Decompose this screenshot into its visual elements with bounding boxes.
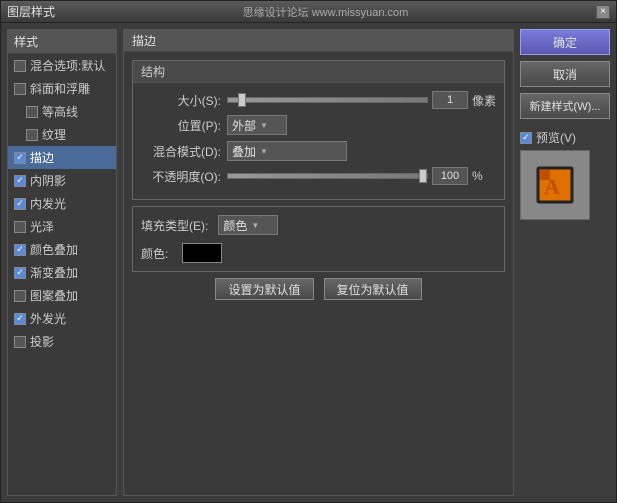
sidebar-label-outer-glow: 外发光: [30, 310, 66, 327]
preview-section: 预览(V) A: [520, 129, 610, 220]
sidebar-item-inner-glow[interactable]: 内发光: [8, 192, 116, 215]
blend-mode-value: 叠加: [232, 143, 256, 160]
checkbox-gradient-overlay[interactable]: [14, 267, 26, 279]
stroke-panel-title: 描边: [124, 30, 513, 52]
checkbox-outer-glow[interactable]: [14, 313, 26, 325]
preview-label-text: 预览(V): [536, 129, 576, 146]
blend-mode-select[interactable]: 叠加 ▼: [227, 141, 347, 161]
opacity-label: 不透明度(O):: [141, 168, 221, 185]
stroke-panel-content: 结构 大小(S): 像素: [124, 52, 513, 308]
structure-content: 大小(S): 像素 位置(P):: [133, 83, 504, 199]
blend-mode-row: 混合模式(D): 叠加 ▼: [141, 141, 496, 161]
preview-icon: A: [530, 160, 580, 210]
sidebar-item-gradient-overlay[interactable]: 渐变叠加: [8, 261, 116, 284]
sidebar-item-satin[interactable]: 光泽: [8, 215, 116, 238]
preview-box: A: [520, 150, 590, 220]
sidebar-header: 样式: [8, 30, 116, 54]
blend-mode-label: 混合模式(D):: [141, 143, 221, 160]
reset-default-button[interactable]: 复位为默认值: [324, 278, 422, 300]
sidebar-label-inner-shadow: 内阴影: [30, 172, 66, 189]
sidebar-label-bevel-emboss: 斜面和浮雕: [30, 80, 90, 97]
cancel-button[interactable]: 取消: [520, 61, 610, 87]
preview-checkbox[interactable]: [520, 132, 532, 144]
position-select[interactable]: 外部 ▼: [227, 115, 287, 135]
opacity-unit: %: [472, 169, 496, 183]
sidebar-item-blend-options[interactable]: 混合选项:默认: [8, 54, 116, 77]
fill-type-select[interactable]: 颜色 ▼: [218, 215, 278, 235]
opacity-row: 不透明度(O): %: [141, 167, 496, 185]
sidebar-item-texture[interactable]: 纹理: [8, 123, 116, 146]
sidebar-label-drop-shadow: 投影: [30, 333, 54, 350]
checkbox-color-overlay[interactable]: [14, 244, 26, 256]
sidebar-item-bevel-emboss[interactable]: 斜面和浮雕: [8, 77, 116, 100]
window-content: 样式 混合选项:默认 斜面和浮雕 等高线 纹理 描边: [1, 23, 616, 502]
color-swatch[interactable]: [182, 243, 222, 263]
sidebar-label-pattern-overlay: 图案叠加: [30, 287, 78, 304]
fill-panel: 填充类型(E): 颜色 ▼ 颜色:: [132, 206, 505, 272]
sidebar-item-inner-shadow[interactable]: 内阴影: [8, 169, 116, 192]
size-row: 大小(S): 像素: [141, 91, 496, 109]
sidebar-label-blend-options: 混合选项:默认: [30, 57, 105, 74]
color-row: 颜色:: [141, 243, 496, 263]
size-input[interactable]: [432, 91, 468, 109]
checkbox-bevel-emboss[interactable]: [14, 83, 26, 95]
set-default-button[interactable]: 设置为默认值: [215, 278, 313, 300]
sidebar-label-stroke: 描边: [30, 149, 54, 166]
ok-button[interactable]: 确定: [520, 29, 610, 55]
checkbox-satin[interactable]: [14, 221, 26, 233]
fill-type-label: 填充类型(E):: [141, 217, 208, 234]
opacity-slider[interactable]: [227, 173, 428, 179]
checkbox-contour[interactable]: [26, 106, 38, 118]
size-slider[interactable]: [227, 97, 428, 103]
stroke-panel: 描边 结构 大小(S): 像素: [123, 29, 514, 496]
fill-type-row: 填充类型(E): 颜色 ▼: [141, 215, 496, 235]
sidebar-item-drop-shadow[interactable]: 投影: [8, 330, 116, 353]
position-arrow-icon: ▼: [260, 121, 268, 130]
sidebar-item-color-overlay[interactable]: 颜色叠加: [8, 238, 116, 261]
sidebar-item-contour[interactable]: 等高线: [8, 100, 116, 123]
fill-type-value: 颜色: [223, 217, 247, 234]
sidebar-label-satin: 光泽: [30, 218, 54, 235]
position-value: 外部: [232, 117, 256, 134]
new-style-button[interactable]: 新建样式(W)...: [520, 93, 610, 119]
sidebar: 样式 混合选项:默认 斜面和浮雕 等高线 纹理 描边: [7, 29, 117, 496]
sidebar-label-contour: 等高线: [42, 103, 78, 120]
sidebar-item-outer-glow[interactable]: 外发光: [8, 307, 116, 330]
sidebar-label-texture: 纹理: [42, 126, 66, 143]
checkbox-texture[interactable]: [26, 129, 38, 141]
sidebar-label-gradient-overlay: 渐变叠加: [30, 264, 78, 281]
structure-title: 结构: [133, 61, 504, 83]
size-label: 大小(S):: [141, 92, 221, 109]
checkbox-pattern-overlay[interactable]: [14, 290, 26, 302]
position-row: 位置(P): 外部 ▼: [141, 115, 496, 135]
right-panel: 确定 取消 新建样式(W)... 预览(V) A: [520, 29, 610, 496]
close-button[interactable]: ×: [596, 5, 610, 19]
size-slider-container: 像素: [227, 91, 496, 109]
color-label: 颜色:: [141, 245, 168, 262]
sidebar-label-color-overlay: 颜色叠加: [30, 241, 78, 258]
layer-style-window: 图层样式 思缘设计论坛 www.missyuan.com × 样式 混合选项:默…: [0, 0, 617, 503]
preview-label-row: 预览(V): [520, 129, 576, 146]
window-title: 图层样式: [7, 3, 55, 20]
main-panel: 描边 结构 大小(S): 像素: [123, 29, 514, 496]
checkbox-drop-shadow[interactable]: [14, 336, 26, 348]
sidebar-item-pattern-overlay[interactable]: 图案叠加: [8, 284, 116, 307]
bottom-buttons: 设置为默认值 复位为默认值: [132, 278, 505, 300]
opacity-input[interactable]: [432, 167, 468, 185]
checkbox-inner-shadow[interactable]: [14, 175, 26, 187]
position-label: 位置(P):: [141, 117, 221, 134]
checkbox-inner-glow[interactable]: [14, 198, 26, 210]
sidebar-label-inner-glow: 内发光: [30, 195, 66, 212]
svg-text:A: A: [544, 174, 560, 199]
title-watermark: 思缘设计论坛 www.missyuan.com: [243, 4, 409, 20]
title-bar: 图层样式 思缘设计论坛 www.missyuan.com ×: [1, 1, 616, 23]
opacity-slider-container: %: [227, 167, 496, 185]
sidebar-item-stroke[interactable]: 描边: [8, 146, 116, 169]
checkbox-stroke[interactable]: [14, 152, 26, 164]
checkbox-blend-options[interactable]: [14, 60, 26, 72]
size-unit: 像素: [472, 92, 496, 109]
fill-type-arrow-icon: ▼: [251, 221, 259, 230]
structure-subpanel: 结构 大小(S): 像素: [132, 60, 505, 200]
blend-mode-arrow-icon: ▼: [260, 147, 268, 156]
